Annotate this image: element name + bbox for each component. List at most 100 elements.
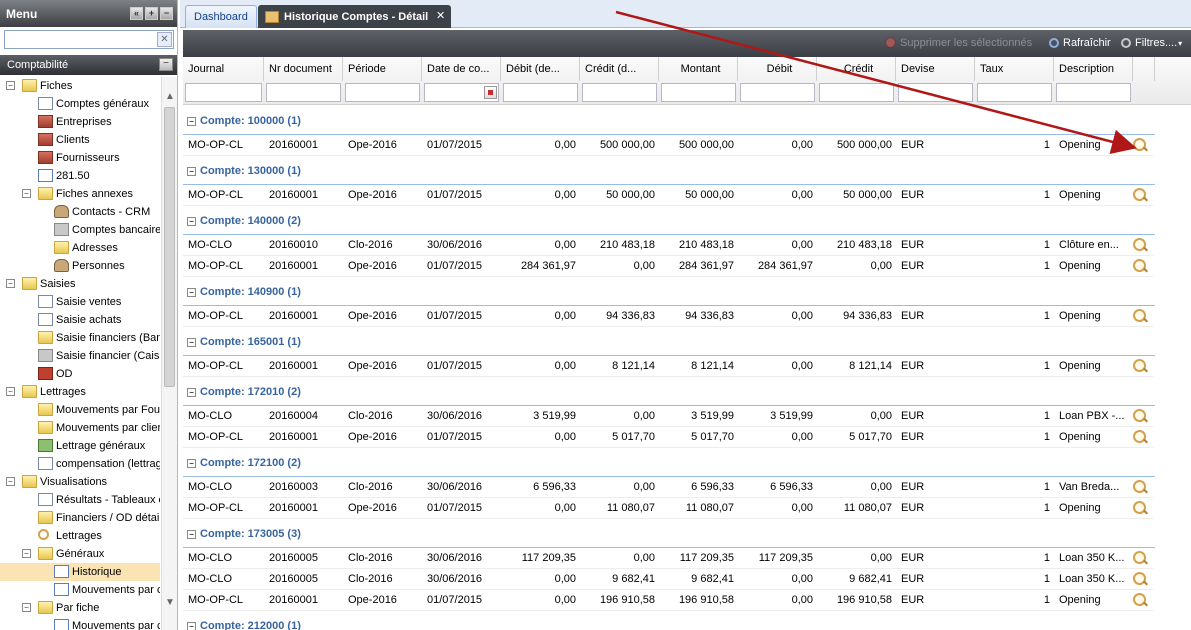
tree-item[interactable]: − Généraux — [0, 545, 160, 563]
calendar-icon[interactable] — [484, 86, 497, 99]
collapse-group-icon[interactable]: − — [187, 459, 196, 468]
column-filter-input[interactable] — [898, 83, 973, 102]
collapse-group-icon[interactable]: − — [187, 622, 196, 630]
table-row[interactable]: MO-OP-CL 20160001 Ope-2016 01/07/2015 0,00 8 … — [183, 356, 1153, 377]
filters-button[interactable]: Filtres....▾ — [1121, 37, 1182, 49]
tree-item[interactable]: Saisie financiers (Ban — [0, 329, 160, 347]
collapse-group-icon[interactable]: − — [187, 530, 196, 539]
column-filter-input[interactable] — [1056, 83, 1131, 102]
collapse-group-icon[interactable]: − — [187, 288, 196, 297]
tree-item[interactable]: Fournisseurs — [0, 149, 160, 167]
scroll-thumb[interactable] — [164, 107, 175, 387]
tree-item[interactable]: − Visualisations — [0, 473, 160, 491]
table-row[interactable]: MO-OP-CL 20160001 Ope-2016 01/07/2015 284 36… — [183, 256, 1153, 277]
tree-item[interactable]: compensation (lettrag — [0, 455, 160, 473]
menu-search-input[interactable]: ✕ — [4, 30, 174, 49]
view-detail-icon[interactable] — [1133, 259, 1148, 274]
column-filter-input[interactable] — [819, 83, 894, 102]
group-header[interactable]: − Compte: 172010 (2) — [183, 377, 1155, 406]
table-row[interactable]: MO-CLO 20160005 Clo-2016 30/06/2016 117 209,… — [183, 548, 1153, 569]
collapse-group-icon[interactable]: − — [187, 117, 196, 126]
table-row[interactable]: MO-OP-CL 20160001 Ope-2016 01/07/2015 0,00 50… — [183, 185, 1153, 206]
column-header[interactable]: Débit (de... — [501, 57, 580, 81]
table-row[interactable]: MO-OP-CL 20160001 Ope-2016 01/07/2015 0,00 11… — [183, 498, 1153, 519]
column-header[interactable]: Débit — [738, 57, 817, 81]
tree-item[interactable]: Mouvements par c — [0, 581, 160, 599]
tree-item[interactable]: Entreprises — [0, 113, 160, 131]
column-header[interactable]: Crédit (d... — [580, 57, 659, 81]
group-header[interactable]: − Compte: 100000 (1) — [183, 106, 1155, 135]
tree-item[interactable]: − Fiches annexes — [0, 185, 160, 203]
view-detail-icon[interactable] — [1133, 480, 1148, 495]
group-header[interactable]: − Compte: 130000 (1) — [183, 156, 1155, 185]
tab-dashboard[interactable]: Dashboard — [185, 5, 257, 28]
table-row[interactable]: MO-CLO 20160010 Clo-2016 30/06/2016 0,00 210 … — [183, 235, 1153, 256]
view-detail-icon[interactable] — [1133, 501, 1148, 516]
tree-toggle-icon[interactable]: − — [6, 477, 15, 486]
tree-item[interactable]: Résultats - Tableaux c — [0, 491, 160, 509]
collapse-group-icon[interactable]: − — [187, 217, 196, 226]
column-header[interactable]: Période — [343, 57, 422, 81]
tree-item[interactable]: OD — [0, 365, 160, 383]
tree-toggle-icon[interactable]: − — [6, 81, 15, 90]
tree-toggle-icon[interactable]: − — [22, 189, 31, 198]
tab-historique-comptes[interactable]: Historique Comptes - Détail ✕ — [258, 5, 452, 28]
column-filter-input[interactable] — [185, 83, 262, 102]
tree-item[interactable]: Saisie achats — [0, 311, 160, 329]
table-row[interactable]: MO-OP-CL 20160001 Ope-2016 01/07/2015 0,00 19… — [183, 590, 1153, 611]
tree-item[interactable]: − Lettrages — [0, 383, 160, 401]
tree-item[interactable]: Lettrages — [0, 527, 160, 545]
view-detail-icon[interactable] — [1133, 138, 1148, 153]
view-detail-icon[interactable] — [1133, 309, 1148, 324]
group-header[interactable]: − Compte: 173005 (3) — [183, 519, 1155, 548]
table-row[interactable]: MO-OP-CL 20160001 Ope-2016 01/07/2015 0,00 5 … — [183, 427, 1153, 448]
collapse-all-icon[interactable]: « — [130, 7, 143, 20]
column-header[interactable]: Date de co... — [422, 57, 501, 81]
tree-toggle-icon[interactable]: − — [22, 549, 31, 558]
menu-scrollbar[interactable]: ▲ ▼ — [161, 77, 177, 630]
column-filter-input[interactable] — [503, 83, 578, 102]
minimize-icon[interactable]: − — [160, 7, 173, 20]
column-header[interactable]: Nr document — [264, 57, 343, 81]
view-detail-icon[interactable] — [1133, 593, 1148, 608]
column-filter-input[interactable] — [424, 83, 499, 102]
column-filter-input[interactable] — [345, 83, 420, 102]
column-header[interactable]: Montant — [659, 57, 738, 81]
table-row[interactable]: MO-CLO 20160004 Clo-2016 30/06/2016 3 519,99… — [183, 406, 1153, 427]
tree-item[interactable]: Contacts - CRM — [0, 203, 160, 221]
tree-toggle-icon[interactable]: − — [6, 387, 15, 396]
table-row[interactable]: MO-OP-CL 20160001 Ope-2016 01/07/2015 0,00 94… — [183, 306, 1153, 327]
tree-item[interactable]: Mouvements par Four — [0, 401, 160, 419]
column-filter-input[interactable] — [740, 83, 815, 102]
tree-item[interactable]: Financiers / OD détail — [0, 509, 160, 527]
collapse-group-icon[interactable]: − — [187, 167, 196, 176]
tree-item[interactable]: Comptes bancaire — [0, 221, 160, 239]
view-detail-icon[interactable] — [1133, 572, 1148, 587]
tree-item[interactable]: Clients — [0, 131, 160, 149]
view-detail-icon[interactable] — [1133, 188, 1148, 203]
column-header[interactable]: Taux — [975, 57, 1054, 81]
scroll-up-icon[interactable]: ▲ — [164, 91, 176, 103]
tree-item[interactable]: − Fiches — [0, 77, 160, 95]
tree-item[interactable]: Mouvements par c — [0, 617, 160, 630]
tree-item[interactable]: − Par fiche — [0, 599, 160, 617]
tree-item[interactable]: Lettrage généraux — [0, 437, 160, 455]
column-filter-input[interactable] — [977, 83, 1052, 102]
group-header[interactable]: − Compte: 172100 (2) — [183, 448, 1155, 477]
view-detail-icon[interactable] — [1133, 409, 1148, 424]
column-header[interactable]: Description — [1054, 57, 1133, 81]
collapse-group-icon[interactable]: − — [187, 388, 196, 397]
tree-item[interactable]: Adresses — [0, 239, 160, 257]
tree-toggle-icon[interactable]: − — [6, 279, 15, 288]
column-filter-input[interactable] — [582, 83, 657, 102]
close-tab-icon[interactable]: ✕ — [436, 9, 445, 22]
table-row[interactable]: MO-CLO 20160003 Clo-2016 30/06/2016 6 596,33… — [183, 477, 1153, 498]
collapse-group-icon[interactable]: − — [187, 338, 196, 347]
delete-selected-button[interactable]: Supprimer les sélectionnés — [885, 37, 1032, 49]
scroll-down-icon[interactable]: ▼ — [164, 597, 176, 609]
column-filter-input[interactable] — [661, 83, 736, 102]
expand-icon[interactable]: + — [145, 7, 158, 20]
group-header[interactable]: − Compte: 212000 (1) — [183, 611, 1155, 630]
view-detail-icon[interactable] — [1133, 430, 1148, 445]
collapse-section-icon[interactable]: − — [159, 58, 173, 71]
